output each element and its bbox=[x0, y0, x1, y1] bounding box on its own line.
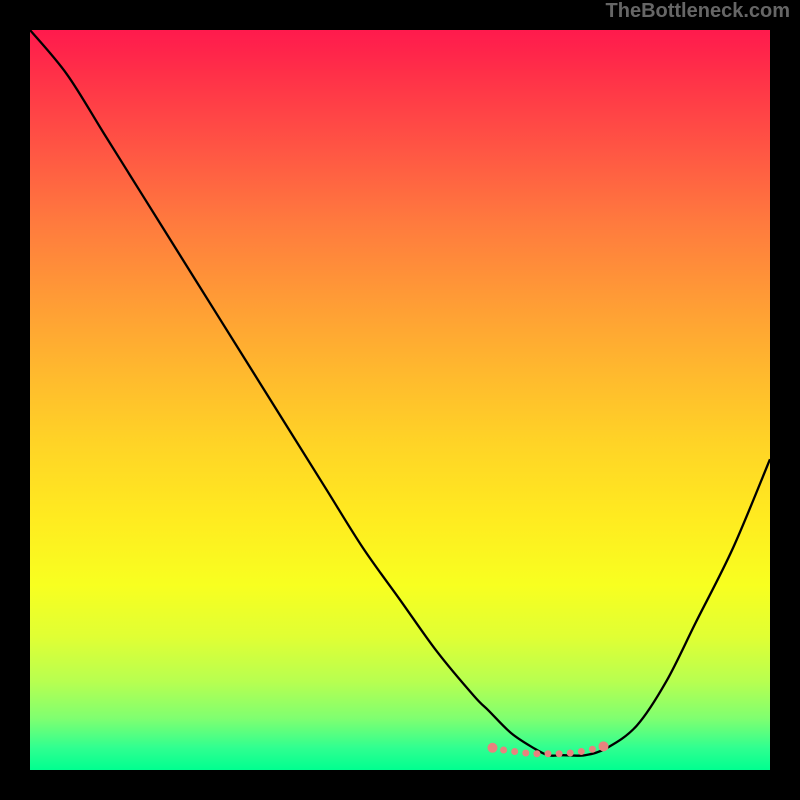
highlight-marker bbox=[567, 749, 574, 756]
highlight-marker bbox=[545, 750, 552, 757]
highlight-marker bbox=[511, 748, 518, 755]
bottleneck-curve bbox=[30, 30, 770, 756]
highlight-marker bbox=[488, 743, 498, 753]
watermark-text: TheBottleneck.com bbox=[606, 0, 790, 23]
highlight-marker bbox=[500, 747, 507, 754]
highlight-marker bbox=[589, 746, 596, 753]
highlight-marker bbox=[533, 750, 540, 757]
chart-svg bbox=[30, 30, 770, 770]
highlight-marker bbox=[599, 741, 609, 751]
highlight-marker bbox=[578, 748, 585, 755]
highlight-marker bbox=[556, 750, 563, 757]
highlight-marker bbox=[522, 749, 529, 756]
